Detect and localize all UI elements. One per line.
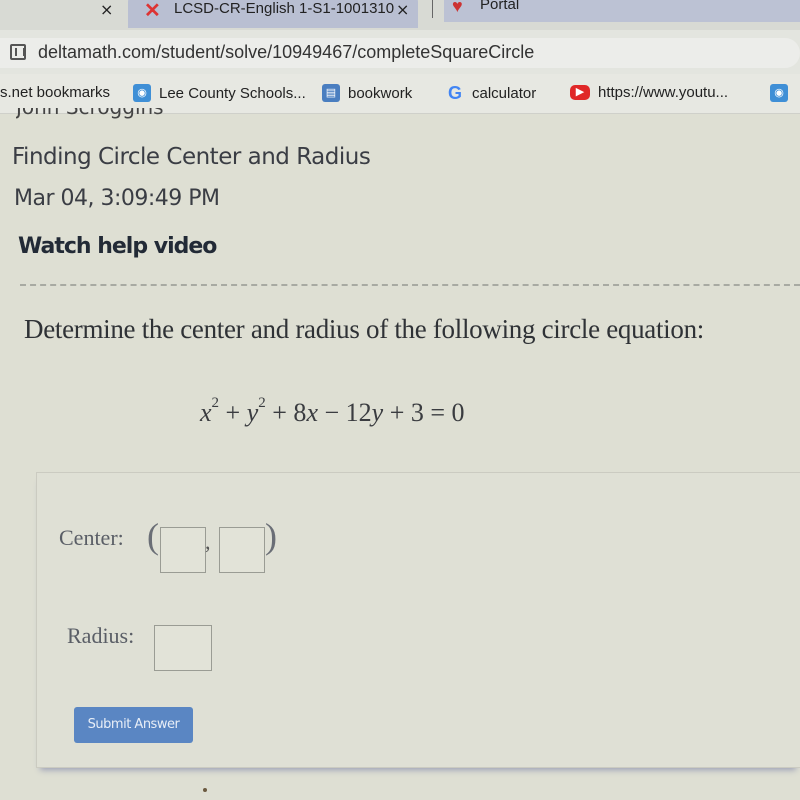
x-logo-icon: ✕ — [144, 0, 161, 22]
watch-help-video-link[interactable]: Watch help video — [18, 234, 217, 259]
center-y-input[interactable] — [219, 527, 265, 573]
url-text[interactable]: deltamath.com/student/solve/10949467/com… — [38, 42, 534, 63]
question-prompt: Determine the center and radius of the f… — [24, 314, 704, 344]
google-icon: G — [447, 83, 462, 103]
radius-label: Radius: — [67, 623, 135, 648]
assignment-title: Finding Circle Center and Radius — [12, 144, 371, 170]
bookmark-bookwork[interactable]: ▤ bookwork — [322, 84, 412, 102]
bookmark-label: bookwork — [348, 84, 413, 102]
tab-label: Portal — [480, 0, 520, 13]
blue-app-icon: ◉ — [770, 84, 788, 102]
bookmark-label: Lee County Schools... — [159, 84, 306, 102]
url-field[interactable]: deltamath.com/student/solve/10949467/com… — [0, 38, 800, 68]
bookmark-lee-county-schools[interactable]: ◉ Lee County Schools... — [133, 84, 306, 102]
center-x-input[interactable] — [160, 527, 206, 573]
bookmark-label: calculator — [472, 84, 537, 102]
radius-input[interactable] — [154, 625, 212, 671]
timestamp: Mar 04, 3:09:49 PM — [14, 186, 220, 211]
address-bar: deltamath.com/student/solve/10949467/com… — [0, 30, 800, 74]
site-info-icon[interactable] — [10, 44, 26, 60]
answer-panel: Center: ( , ) Radius: Submit Answer — [36, 472, 800, 768]
tab-separator — [432, 0, 433, 18]
open-paren: ( — [147, 516, 159, 556]
center-label: Center: — [59, 525, 124, 550]
tab-strip: × ✕ LCSD-CR-English 1-S1-1001310 × ♥ Por… — [0, 0, 800, 30]
tab-portal[interactable]: ♥ Portal — [444, 0, 800, 22]
close-paren: ) — [265, 516, 277, 556]
bookmark-folder[interactable]: s.net bookmarks — [0, 84, 110, 101]
bookmark-youtube[interactable]: ▶ https://www.youtu... — [570, 84, 728, 101]
tab-label: LCSD-CR-English 1-S1-1001310 — [174, 0, 395, 17]
tab-lcsd-english[interactable]: ✕ LCSD-CR-English 1-S1-1001310 × — [128, 0, 418, 28]
bookmark-calculator[interactable]: G calculator — [446, 84, 536, 102]
portal-icon: ♥ — [452, 0, 463, 16]
film-icon: ▤ — [322, 84, 340, 102]
youtube-icon: ▶ — [570, 85, 590, 100]
bookmark-label: https://www.youtu... — [598, 84, 729, 101]
divider — [20, 284, 800, 286]
screen-speck — [203, 788, 207, 792]
page-content: John Scroggins Finding Circle Center and… — [0, 108, 800, 800]
bookmark-label: s.net bookmarks — [0, 84, 111, 101]
circle-equation: x2 + y2 + 8x − 12y + 3 = 0 — [200, 395, 465, 427]
previous-tab-close-icon[interactable]: × — [100, 0, 113, 19]
blue-app-icon: ◉ — [133, 84, 151, 102]
bookmark-app[interactable]: ◉ — [770, 84, 788, 102]
student-name: John Scroggins — [16, 108, 164, 124]
comma: , — [205, 529, 211, 554]
tab-close-icon[interactable]: × — [396, 0, 409, 19]
submit-answer-button[interactable]: Submit Answer — [74, 707, 193, 743]
